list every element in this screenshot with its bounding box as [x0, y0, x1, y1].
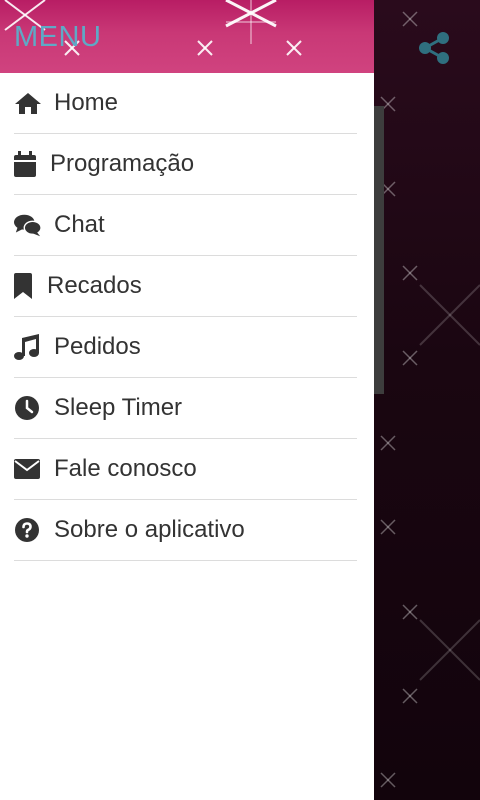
- envelope-icon: [14, 455, 42, 483]
- menu-item-label: Sobre o aplicativo: [54, 516, 245, 543]
- menu-item-label: Home: [54, 89, 119, 116]
- menu-item-chat[interactable]: Chat: [14, 195, 357, 256]
- drawer-header: MENU: [0, 0, 374, 73]
- chat-icon: [14, 211, 42, 239]
- music-note-icon: [14, 333, 42, 361]
- bookmark-icon: [14, 272, 35, 300]
- menu-item-label: Recados: [47, 272, 142, 299]
- calendar-icon: [14, 150, 38, 178]
- menu-item-fale-conosco[interactable]: Fale conosco: [14, 439, 357, 500]
- menu-item-pedidos[interactable]: Pedidos: [14, 317, 357, 378]
- drawer-menu: Home Programação Chat Recados Pedidos Sl…: [0, 73, 374, 561]
- menu-item-label: Pedidos: [54, 333, 141, 360]
- navigation-drawer: MENU Home Programação Chat Recados Pedid…: [0, 0, 374, 800]
- clock-icon: [14, 394, 42, 422]
- home-icon: [14, 89, 42, 117]
- menu-item-recados[interactable]: Recados: [14, 256, 357, 317]
- menu-item-label: Programação: [50, 150, 195, 177]
- share-button[interactable]: [414, 28, 454, 68]
- menu-item-home[interactable]: Home: [14, 73, 357, 134]
- share-icon: [419, 32, 449, 64]
- question-circle-icon: [14, 516, 42, 544]
- menu-item-label: Sleep Timer: [54, 394, 183, 421]
- drawer-scrollbar[interactable]: [374, 106, 384, 394]
- drawer-title: MENU: [14, 21, 102, 53]
- menu-item-programacao[interactable]: Programação: [14, 134, 357, 195]
- menu-item-sleep-timer[interactable]: Sleep Timer: [14, 378, 357, 439]
- menu-item-sobre[interactable]: Sobre o aplicativo: [14, 500, 357, 561]
- menu-item-label: Chat: [54, 211, 105, 238]
- menu-item-label: Fale conosco: [54, 455, 197, 482]
